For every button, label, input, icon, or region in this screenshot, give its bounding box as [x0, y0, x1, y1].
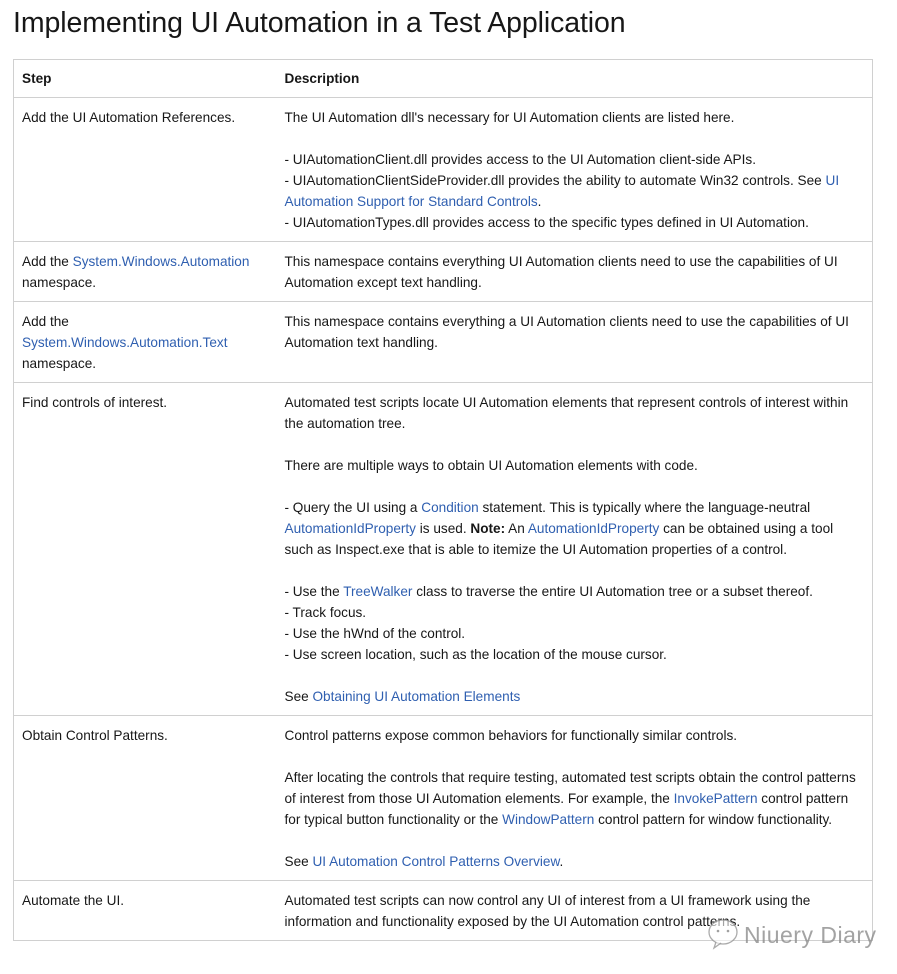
step-text: Find controls of interest.: [22, 395, 168, 410]
description-cell: Automated test scripts locate UI Automat…: [276, 382, 873, 716]
link-control-patterns-overview[interactable]: UI Automation Control Patterns Overview: [312, 854, 559, 869]
step-cell: Find controls of interest.: [13, 382, 277, 716]
description-text: This namespace contains everything a UI …: [284, 314, 849, 350]
table-row: Automate the UI. Automated test scripts …: [13, 880, 873, 941]
step-text: Obtain Control Patterns.: [22, 728, 168, 743]
step-cell: Add the System.Windows.Automation namesp…: [13, 241, 277, 302]
link-system-windows-automation[interactable]: System.Windows.Automation: [73, 254, 250, 269]
step-cell: Add the System.Windows.Automation.Text n…: [13, 301, 277, 383]
description-cell: Automated test scripts can now control a…: [276, 880, 873, 941]
link-window-pattern[interactable]: WindowPattern: [502, 812, 594, 827]
description-text: The UI Automation dll's necessary for UI…: [284, 110, 735, 125]
table-row: Add the System.Windows.Automation namesp…: [13, 241, 873, 302]
description-cell: The UI Automation dll's necessary for UI…: [276, 97, 873, 242]
link-condition[interactable]: Condition: [421, 500, 478, 515]
page-title: Implementing UI Automation in a Test App…: [13, 7, 626, 39]
header-description: Description: [276, 59, 873, 98]
description-cell: This namespace contains everything a UI …: [276, 301, 873, 383]
link-automation-id-property[interactable]: AutomationIdProperty: [285, 521, 416, 536]
see-also: See Obtaining UI Automation Elements: [284, 689, 521, 704]
step-cell: Obtain Control Patterns.: [13, 715, 277, 881]
link-automation-id-property-2[interactable]: AutomationIdProperty: [528, 521, 659, 536]
table-row: Add the System.Windows.Automation.Text n…: [13, 301, 873, 383]
step-text: Add the UI Automation References.: [22, 110, 236, 125]
link-obtaining-ui-automation-elements[interactable]: Obtaining UI Automation Elements: [312, 689, 520, 704]
description-text: This namespace contains everything UI Au…: [284, 254, 838, 290]
link-system-windows-automation-text[interactable]: System.Windows.Automation.Text: [22, 335, 228, 350]
note-label: Note:: [470, 521, 506, 536]
description-cell: This namespace contains everything UI Au…: [276, 241, 873, 302]
step-cell: Add the UI Automation References.: [13, 97, 277, 242]
table-row: Find controls of interest. Automated tes…: [13, 382, 873, 716]
see-also: See UI Automation Control Patterns Overv…: [284, 854, 564, 869]
header-step: Step: [13, 59, 277, 98]
description-cell: Control patterns expose common behaviors…: [276, 715, 873, 881]
link-treewalker[interactable]: TreeWalker: [343, 584, 412, 599]
methods-list: - Use the TreeWalker class to traverse t…: [284, 584, 813, 662]
query-paragraph: - Query the UI using a Condition stateme…: [284, 500, 834, 557]
description-text: Automated test scripts can now control a…: [284, 893, 811, 929]
step-text: Automate the UI.: [22, 893, 125, 908]
steps-table: Step Description Add the UI Automation R…: [13, 59, 873, 941]
table-header-row: Step Description: [13, 59, 873, 98]
step-cell: Automate the UI.: [13, 880, 277, 941]
link-invoke-pattern[interactable]: InvokePattern: [674, 791, 758, 806]
table-row: Add the UI Automation References. The UI…: [13, 97, 873, 242]
table-row: Obtain Control Patterns. Control pattern…: [13, 715, 873, 881]
dll-list: - UIAutomationClient.dll provides access…: [284, 152, 840, 230]
